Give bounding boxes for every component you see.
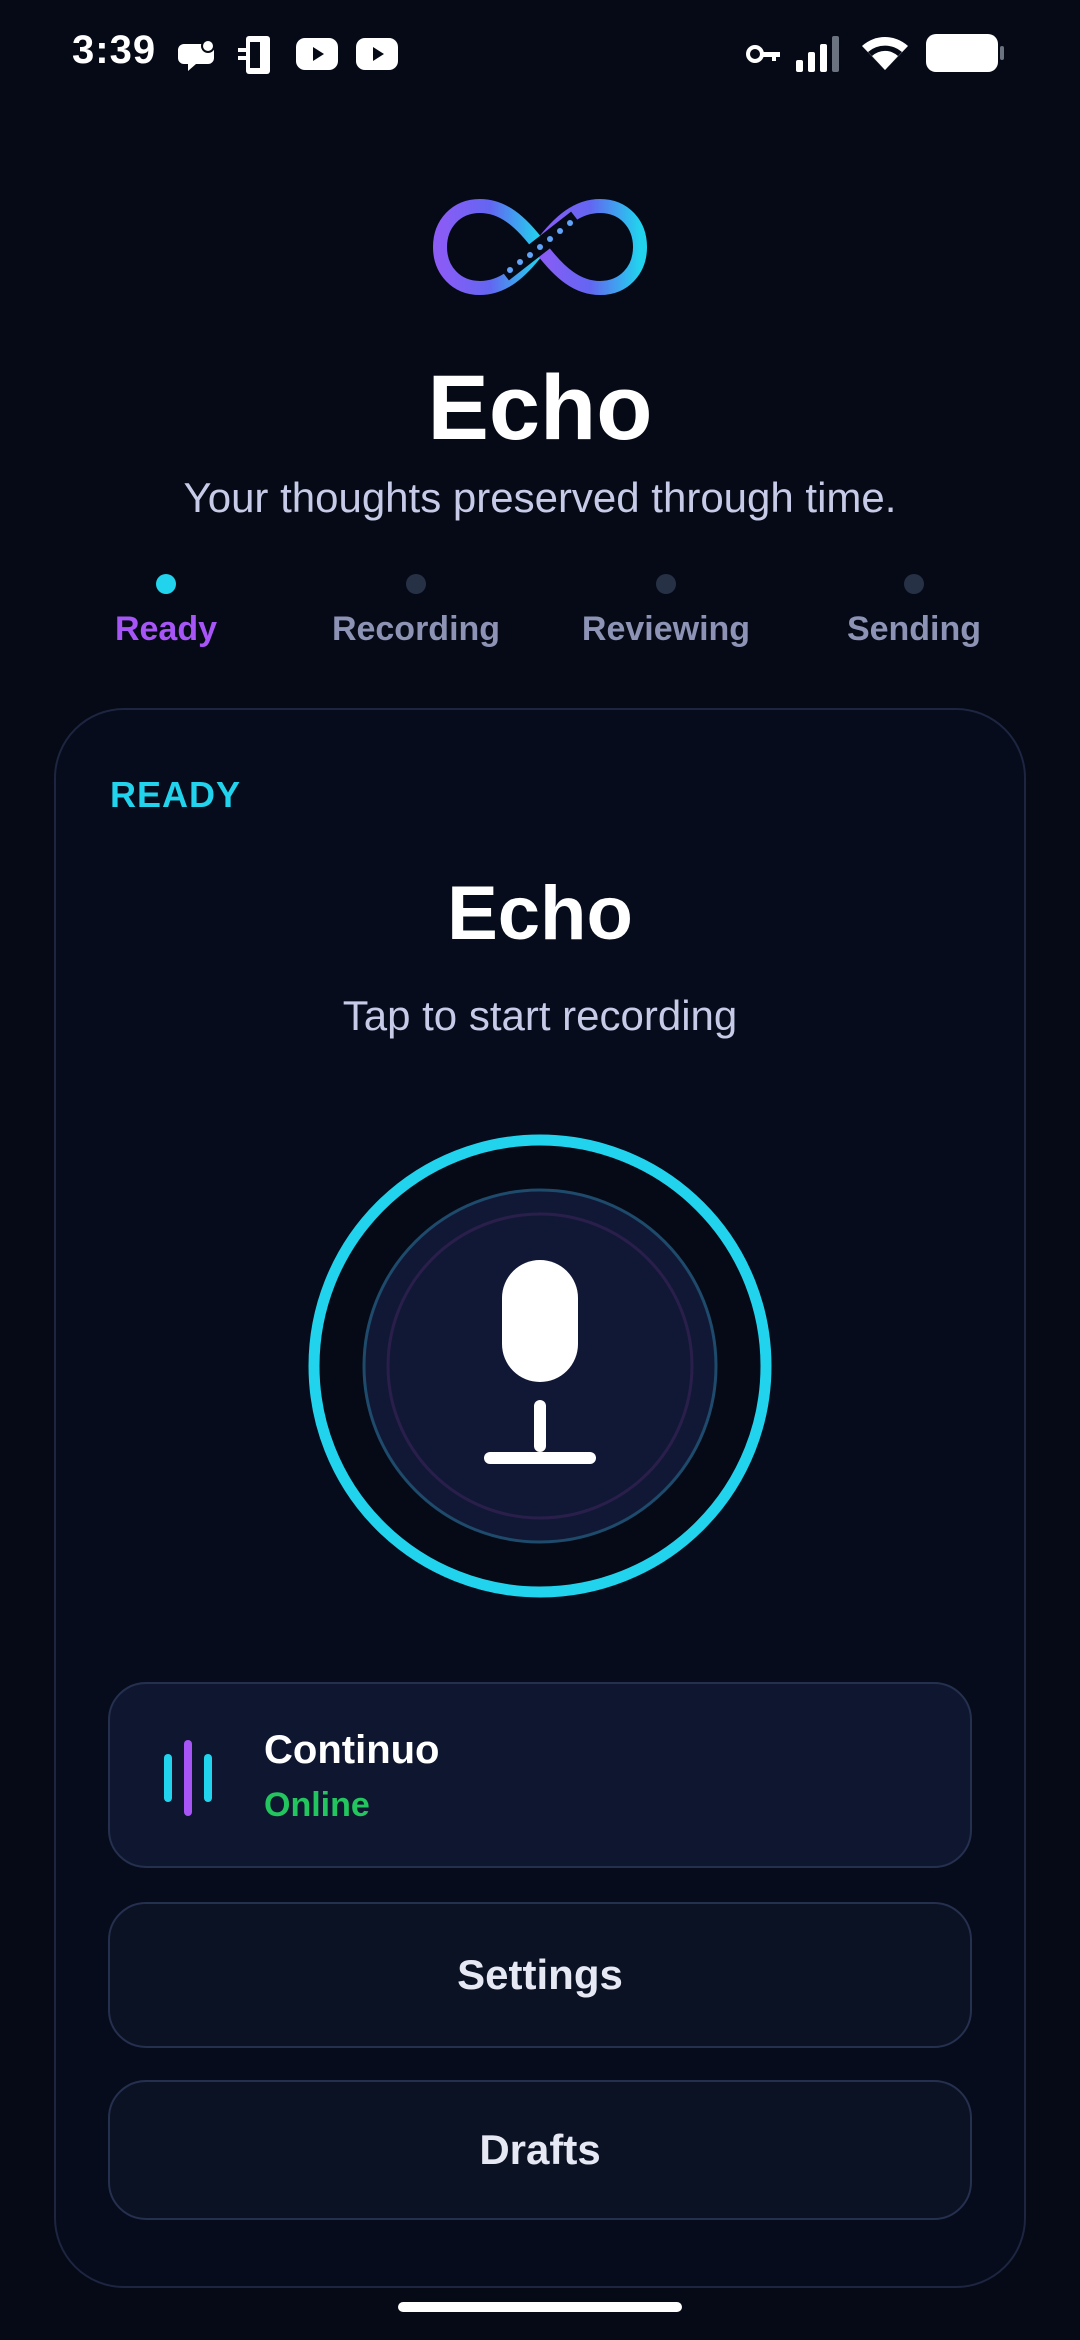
step-reviewing: Reviewing: [546, 574, 786, 649]
wifi-icon: [862, 37, 908, 70]
service-status-panel[interactable]: Continuo Online: [108, 1682, 972, 1868]
key-icon: [746, 45, 780, 63]
step-label: Ready: [114, 610, 218, 648]
chat-bubble-icon: [178, 39, 215, 71]
step-sending: Sending: [794, 574, 1034, 649]
step-label: Recording: [331, 610, 501, 648]
record-button[interactable]: [308, 1134, 772, 1598]
step-recording: Recording: [296, 574, 536, 649]
infinity-icon: [432, 198, 648, 296]
app-tagline: Your thoughts preserved through time.: [183, 474, 897, 521]
audio-bars-icon: [164, 1740, 212, 1816]
youtube-icon: [296, 38, 338, 70]
signal-icon: [796, 36, 839, 72]
recorder-card: READY Echo Tap to start recording Contin…: [54, 708, 1026, 2288]
screen: 3:39 Echo Your thoughts preserved throug…: [0, 0, 1080, 2340]
drafts-button[interactable]: Drafts: [108, 2080, 972, 2220]
status-bar: 3:39: [0, 0, 1080, 110]
service-name: Continuo: [264, 1728, 440, 1772]
step-label: Sending: [846, 610, 982, 648]
status-tag: READY: [110, 774, 242, 815]
step-label: Reviewing: [581, 610, 751, 648]
step-indicator-dot: [656, 574, 676, 594]
battery-icon: [926, 34, 1004, 72]
home-indicator[interactable]: [398, 2302, 682, 2312]
youtube-icon: [356, 38, 398, 70]
service-status: Online: [264, 1786, 370, 1824]
step-indicator-dot: [406, 574, 426, 594]
step-indicator-dot: [156, 574, 176, 594]
app-title: Echo: [427, 357, 653, 459]
step-indicator-dot: [904, 574, 924, 594]
settings-button[interactable]: Settings: [108, 1902, 972, 2048]
mobile-data-transfer-icon: [238, 36, 270, 74]
step-ready: Ready: [46, 574, 286, 649]
card-subtitle: Tap to start recording: [342, 992, 738, 1039]
card-title: Echo: [447, 871, 633, 956]
status-time: 3:39: [72, 28, 157, 72]
